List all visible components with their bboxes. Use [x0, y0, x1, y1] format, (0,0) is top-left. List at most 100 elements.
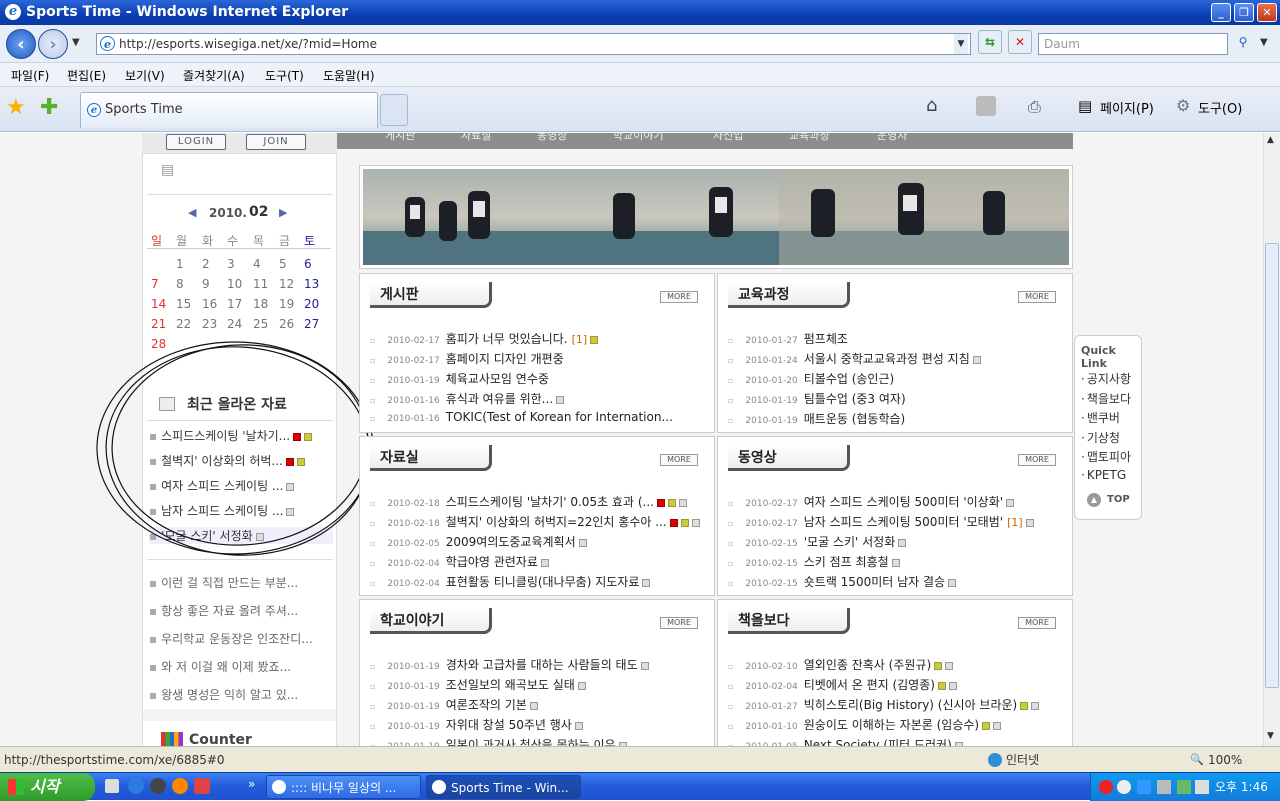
zoom-level[interactable]: 100%	[1208, 747, 1242, 773]
list-item[interactable]: ▫ 2010-02-04 티벳에서 온 편지 (김영종)	[728, 676, 1066, 694]
list-item[interactable]: ▫ 2010-02-15 숏트랙 1500미터 남자 결승	[728, 573, 1066, 591]
calendar-day[interactable]: 16	[202, 297, 217, 311]
quicklaunch-media-icon[interactable]	[150, 778, 166, 794]
history-dropdown-icon[interactable]: ▼	[72, 37, 80, 48]
comment-item[interactable]: ▪ 우리학교 운동장은 인조잔디...	[149, 630, 313, 647]
menu-tools[interactable]: 도구(T)	[265, 67, 304, 84]
item-title[interactable]: 숏트랙 1500미터 남자 결승	[804, 575, 945, 589]
more-button[interactable]: MORE	[660, 291, 698, 303]
search-options-icon[interactable]: ▼	[1260, 37, 1268, 48]
home-icon[interactable]: ⌂	[926, 95, 937, 116]
more-button[interactable]: MORE	[660, 454, 698, 466]
list-item[interactable]: ▫ 2010-02-18 철벽지' 이상화의 허벅지=22인치 홍수아 ...	[370, 513, 708, 531]
item-title[interactable]: 조선일보의 왜곡보도 실태	[446, 678, 575, 692]
address-input[interactable]: e http://esports.wisegiga.net/xe/?mid=Ho…	[96, 33, 971, 55]
quicklaunch-desktop-icon[interactable]	[105, 779, 119, 793]
calendar-day[interactable]: 26	[279, 317, 294, 331]
top-link[interactable]: TOP	[1107, 494, 1130, 505]
search-input[interactable]: Daum	[1038, 33, 1228, 55]
list-item[interactable]: ▫ 2010-01-19 팀틀수업 (중3 여자)	[728, 390, 1066, 408]
scroll-up-icon[interactable]: ▲	[1267, 135, 1274, 145]
quick-link-item[interactable]: · 책을보다	[1081, 390, 1131, 407]
prev-month-icon[interactable]: ◀	[188, 206, 196, 219]
zoom-icon[interactable]: 🔍	[1190, 747, 1204, 773]
list-item[interactable]: ▫ 2010-01-27 빅히스토리(Big History) (신시아 브라운)	[728, 696, 1066, 714]
calendar-day[interactable]: 12	[279, 277, 294, 291]
item-title[interactable]: 홈페이지 디자인 개편중	[446, 352, 564, 366]
list-item[interactable]: ▫ 2010-02-18 스피드스케이팅 '날차기' 0.05초 효과 (...	[370, 493, 708, 511]
nav-library[interactable]: 자료실	[461, 133, 491, 141]
menu-edit[interactable]: 편집(E)	[67, 67, 106, 84]
print-icon[interactable]: ⎙	[1028, 97, 1041, 117]
calendar-day[interactable]: 13	[304, 277, 319, 291]
quick-link-item[interactable]: · 기상청	[1081, 429, 1120, 446]
menu-view[interactable]: 보기(V)	[125, 67, 165, 84]
scroll-thumb[interactable]	[1265, 243, 1279, 688]
list-item[interactable]: ▫ 2010-01-19 여론조작의 기본	[370, 696, 708, 714]
login-button[interactable]: LOGIN	[166, 134, 226, 150]
nav-admin[interactable]: 운영자	[877, 133, 907, 141]
list-item[interactable]: ▫ 2010-01-10 원숭이도 이해하는 자본론 (임승수)	[728, 716, 1066, 734]
calendar-day[interactable]: 20	[304, 297, 319, 311]
nav-video[interactable]: 동영상	[537, 133, 567, 141]
item-title[interactable]: 팀틀수업 (중3 여자)	[804, 392, 906, 406]
item-title[interactable]: 여자 스피드 스케이팅 500미터 '이상화'	[804, 495, 1003, 509]
item-title[interactable]: 표현활동 티니클링(대나무춤) 지도자료	[446, 575, 640, 589]
list-item[interactable]: ▫2010-01-05Next Society (피터 드러커)	[728, 736, 1066, 746]
panel-title[interactable]: 동영상	[728, 445, 850, 471]
calendar-day[interactable]: 4	[253, 257, 261, 271]
quick-link-item[interactable]: · 맵토피아	[1081, 448, 1131, 465]
favorites-star-icon[interactable]: ★	[6, 95, 26, 120]
list-item[interactable]: ▫ 2010-02-04 학급야영 관련자료	[370, 553, 708, 571]
calendar-day[interactable]: 9	[202, 277, 210, 291]
item-title[interactable]: 스피드스케이팅 '날차기' 0.05초 효과 (...	[446, 495, 654, 509]
scroll-down-icon[interactable]: ▼	[1267, 731, 1274, 741]
search-icon[interactable]: ⚲	[1232, 31, 1254, 53]
more-button[interactable]: MORE	[1018, 617, 1056, 629]
more-button[interactable]: MORE	[660, 617, 698, 629]
list-item[interactable]: ▫ 2010-02-17 여자 스피드 스케이팅 500미터 '이상화'	[728, 493, 1066, 511]
list-item[interactable]: ▫ 2010-02-10 열외인종 잔혹사 (주원규)	[728, 656, 1066, 674]
task-button-active[interactable]: Sports Time - Win...	[426, 775, 581, 799]
comment-item[interactable]: ▪ 항상 좋은 자료 올려 주셔...	[149, 602, 298, 619]
page-menu[interactable]: 페이지(P)	[1100, 98, 1154, 117]
join-button[interactable]: JOIN	[246, 134, 306, 150]
menu-file[interactable]: 파일(F)	[11, 67, 49, 84]
tools-menu[interactable]: 도구(O)	[1198, 98, 1242, 117]
item-title[interactable]: 펌프체조	[804, 332, 848, 346]
panel-title[interactable]: 교육과정	[728, 282, 850, 308]
list-item[interactable]: ▫ 2010-02-17 남자 스피드 스케이팅 500미터 '모태범' [1]	[728, 513, 1066, 531]
panel-title[interactable]: 게시판	[370, 282, 492, 308]
panel-title[interactable]: 학교이야기	[370, 608, 492, 634]
list-item[interactable]: ▫ 2010-01-19 매트운동 (협동학습)	[728, 410, 1066, 428]
item-title[interactable]: 철벽지' 이상화의 허벅지=22인치 홍수아 ...	[446, 515, 667, 529]
list-item[interactable]: ▫ 2010-01-16 TOKIC(Test of Korean for Inte…	[370, 410, 708, 428]
top-arrow-icon[interactable]: ▲	[1087, 493, 1101, 507]
calendar-day[interactable]: 23	[202, 317, 217, 331]
calendar-day[interactable]: 27	[304, 317, 319, 331]
comment-item[interactable]: ▪ 왕생 명성은 익히 알고 있...	[149, 686, 298, 703]
list-item[interactable]: ▫ 2010-01-19 경차와 고급차를 대하는 사람들의 태도	[370, 656, 708, 674]
menu-help[interactable]: 도움말(H)	[323, 67, 375, 84]
item-title[interactable]: 자위대 창설 50주년 행사	[446, 718, 572, 732]
panel-title[interactable]: 책을보다	[728, 608, 850, 634]
calendar-day[interactable]: 25	[253, 317, 268, 331]
item-title[interactable]: 빅히스토리(Big History) (신시아 브라운)	[804, 698, 1018, 712]
page-icon-tool[interactable]: ▤	[1078, 97, 1092, 115]
list-item[interactable]: ▫ 2010-02-05 2009여의도중교육계획서	[370, 533, 708, 551]
restore-button[interactable]: ❐	[1234, 3, 1254, 22]
calendar-day[interactable]: 6	[304, 257, 312, 271]
list-item[interactable]: ▫ 2010-01-27 펌프체조	[728, 330, 1066, 348]
item-title[interactable]: 여론조작의 기본	[446, 698, 527, 712]
item-title[interactable]: Next Society (피터 드러커)	[804, 738, 952, 746]
item-title[interactable]: 체육교사모임 연수중	[446, 372, 549, 386]
vertical-scrollbar[interactable]: ▲ ▼	[1263, 133, 1280, 746]
list-item[interactable]: ▫ 2010-01-19 조선일보의 왜곡보도 실태	[370, 676, 708, 694]
forward-button[interactable]: ›	[38, 29, 68, 59]
more-button[interactable]: MORE	[1018, 454, 1056, 466]
calendar-day[interactable]: 11	[253, 277, 268, 291]
item-title[interactable]: 남자 스피드 스케이팅 500미터 '모태범'	[804, 515, 1003, 529]
calendar-day[interactable]: 10	[227, 277, 242, 291]
list-item[interactable]: ▫ 2010-01-19 체육교사모임 연수중	[370, 370, 708, 388]
nav-charity[interactable]: 자선업	[713, 133, 743, 141]
